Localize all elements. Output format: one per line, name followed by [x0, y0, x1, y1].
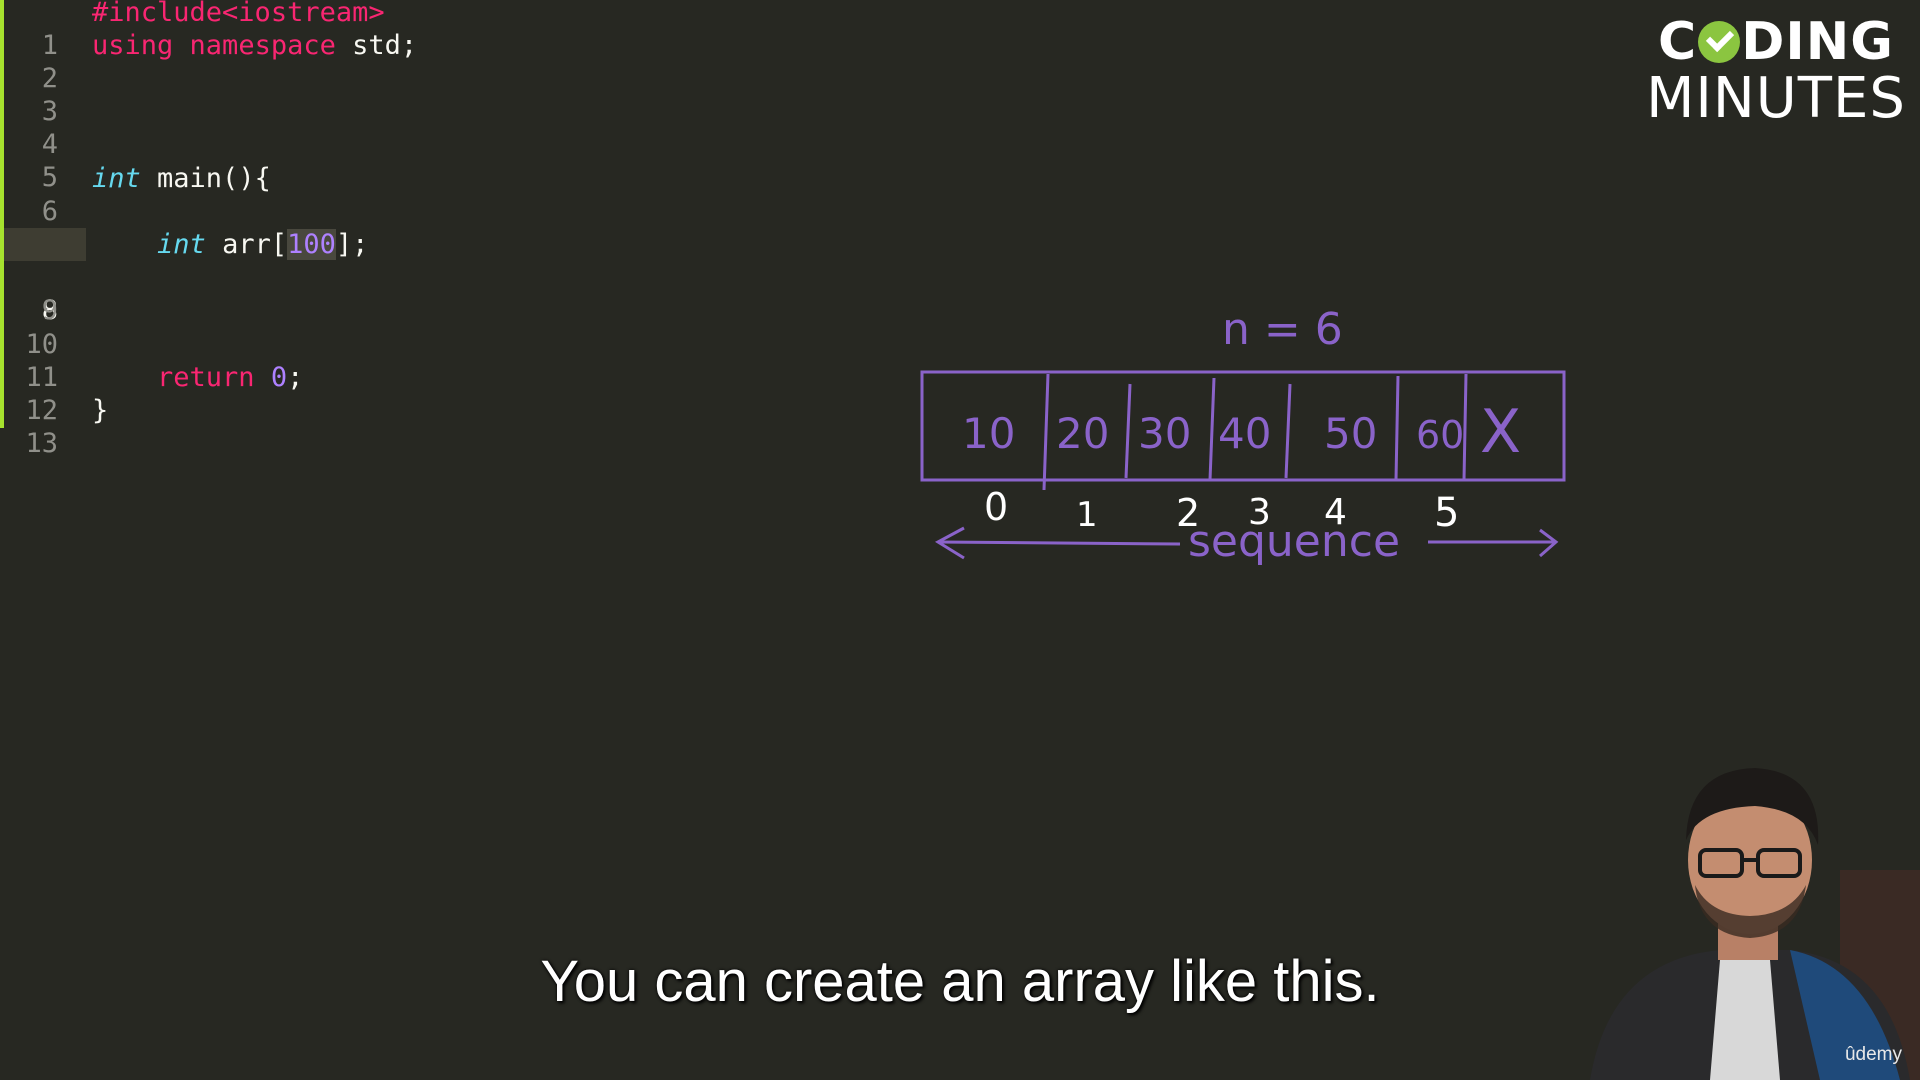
instructor-avatar — [1590, 768, 1920, 1080]
logo-letter-c: C — [1658, 12, 1698, 72]
logo-word-ding: DING — [1741, 12, 1894, 72]
whiteboard-drawing: n = 6 10 20 30 40 50 60 X 0 1 2 3 4 5 se… — [920, 304, 1566, 567]
code-text: int main(){ — [92, 163, 271, 194]
active-line-highlight — [4, 228, 86, 261]
code-line-6[interactable]: 6 int main(){ — [0, 162, 900, 227]
code-line-13[interactable]: 13 } — [0, 394, 900, 459]
cell-value: 20 — [1056, 409, 1109, 458]
udemy-watermark: ûdemy — [1844, 1044, 1902, 1065]
code-line-11[interactable]: 11 — [0, 328, 900, 393]
index-label: 0 — [984, 485, 1008, 529]
arrow-label: sequence — [1188, 516, 1400, 567]
cell-value: 10 — [962, 409, 1015, 458]
code-line-5[interactable]: 5 — [0, 128, 900, 193]
shirt-shape — [1710, 960, 1780, 1080]
n-label: n = 6 — [1222, 304, 1343, 355]
index-label: 1 — [1076, 495, 1098, 535]
arrow-line-left — [937, 540, 1181, 546]
code-text: #include<iostream> — [92, 0, 385, 28]
code-line-7[interactable]: 7 — [0, 195, 900, 260]
code-text: int arr[100]; — [157, 229, 369, 260]
cell-divider — [1208, 377, 1216, 481]
code-line-3[interactable]: 3 — [0, 62, 900, 127]
code-text: } — [92, 395, 109, 426]
cell-divider — [1394, 375, 1400, 481]
instructor-webcam: ûdemy — [1570, 750, 1920, 1080]
cell-divider — [1124, 383, 1132, 479]
coding-minutes-logo: C DING MINUTES — [1646, 14, 1906, 128]
logo-top-line: C DING — [1646, 14, 1906, 70]
code-editor[interactable]: 1 #include<iostream> 2 using namespace s… — [0, 0, 900, 459]
code-text: using namespace std; — [92, 30, 418, 61]
video-frame: 1 #include<iostream> 2 using namespace s… — [0, 0, 1920, 1080]
code-text: return 0; — [157, 362, 304, 393]
code-line-10[interactable]: 10 — [0, 295, 900, 360]
logo-bottom-line: MINUTES — [1646, 66, 1906, 131]
code-line-12[interactable]: 12 return 0; — [0, 361, 900, 426]
line-number: 13 — [25, 428, 58, 459]
index-label: 5 — [1434, 490, 1459, 536]
cell-divider — [1042, 373, 1050, 491]
check-icon — [1698, 21, 1741, 63]
cell-value: 40 — [1218, 409, 1271, 458]
code-line-9[interactable]: 9 — [0, 261, 900, 326]
code-line-2[interactable]: 2 using namespace std; — [0, 29, 900, 94]
code-line-8-active[interactable]: 8 int arr[100]; — [0, 228, 900, 326]
cell-value: 60 — [1416, 413, 1464, 457]
cell-value: 30 — [1138, 409, 1191, 458]
cell-value: 50 — [1324, 409, 1377, 458]
code-line-4[interactable]: 4 — [0, 95, 900, 160]
cell-value-empty-marker: X — [1480, 397, 1521, 467]
code-line-1[interactable]: 1 #include<iostream> — [0, 0, 900, 61]
cell-divider — [1284, 383, 1292, 479]
